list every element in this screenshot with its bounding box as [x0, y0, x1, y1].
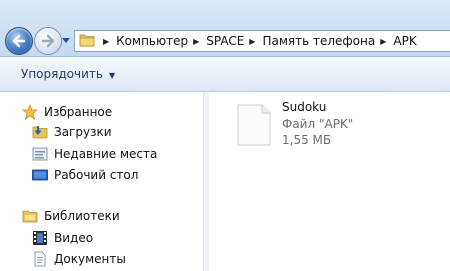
generic-file-icon — [237, 104, 271, 146]
nav-label-desktop: Рабочий стол — [54, 168, 139, 182]
file-type: Файл "APK" — [282, 117, 354, 131]
nav-label-recent-places: Недавние места — [54, 147, 158, 161]
nav-item-downloads[interactable]: Загрузки — [32, 122, 112, 142]
address-box[interactable]: ▶ Компьютер ▶ SPACE ▶ Память телефона ▶ … — [74, 30, 450, 52]
nav-item-libraries[interactable]: Библиотеки — [22, 206, 120, 226]
organize-label: Упорядочить — [21, 67, 103, 81]
file-list: Sudoku Файл "APK" 1,55 МБ — [209, 92, 450, 271]
nav-item-favorites[interactable]: Избранное — [21, 102, 113, 122]
chevron-down-icon: ▼ — [108, 71, 116, 80]
file-name: Sudoku — [282, 100, 327, 114]
navigation-pane: Избранное Загрузки Недавние места Рабочи… — [0, 92, 209, 271]
documents-icon — [32, 251, 48, 267]
organize-button[interactable]: Упорядочить ▼ — [21, 67, 115, 81]
breadcrumb-apk[interactable]: APK — [392, 34, 417, 48]
nav-item-documents[interactable]: Документы — [32, 249, 126, 269]
recent-pages-dropdown-icon[interactable] — [62, 38, 70, 44]
forward-button[interactable] — [34, 27, 62, 55]
file-size: 1,55 МБ — [282, 133, 332, 147]
breadcrumb-space[interactable]: SPACE — [205, 34, 245, 48]
recent-places-icon — [32, 146, 48, 162]
desktop-icon — [32, 167, 48, 183]
nav-label-favorites: Избранное — [44, 105, 113, 119]
video-icon — [32, 230, 48, 246]
chevron-right-icon[interactable]: ▶ — [103, 37, 109, 46]
nav-label-libraries: Библиотеки — [44, 209, 120, 223]
library-icon — [22, 208, 38, 224]
nav-item-desktop[interactable]: Рабочий стол — [32, 165, 138, 185]
back-button[interactable] — [5, 27, 33, 55]
forward-arrow-icon — [41, 34, 55, 48]
nav-label-documents: Документы — [54, 252, 126, 266]
command-bar: Упорядочить ▼ — [0, 57, 450, 92]
nav-label-downloads: Загрузки — [54, 125, 112, 139]
downloads-folder-icon — [32, 124, 48, 140]
nav-label-video: Видео — [54, 231, 94, 245]
star-icon — [21, 103, 39, 120]
nav-item-recent-places[interactable]: Недавние места — [32, 144, 157, 164]
chevron-right-icon[interactable]: ▶ — [193, 37, 199, 46]
breadcrumb-phone-memory[interactable]: Память телефона — [261, 34, 376, 48]
chevron-right-icon[interactable]: ▶ — [249, 37, 255, 46]
folder-icon — [79, 33, 95, 50]
chevron-right-icon[interactable]: ▶ — [380, 37, 386, 46]
nav-item-video[interactable]: Видео — [32, 228, 93, 248]
back-arrow-icon — [12, 34, 26, 48]
breadcrumb-computer[interactable]: Компьютер — [115, 34, 189, 48]
address-bar-area: ▶ Компьютер ▶ SPACE ▶ Память телефона ▶ … — [0, 0, 450, 57]
